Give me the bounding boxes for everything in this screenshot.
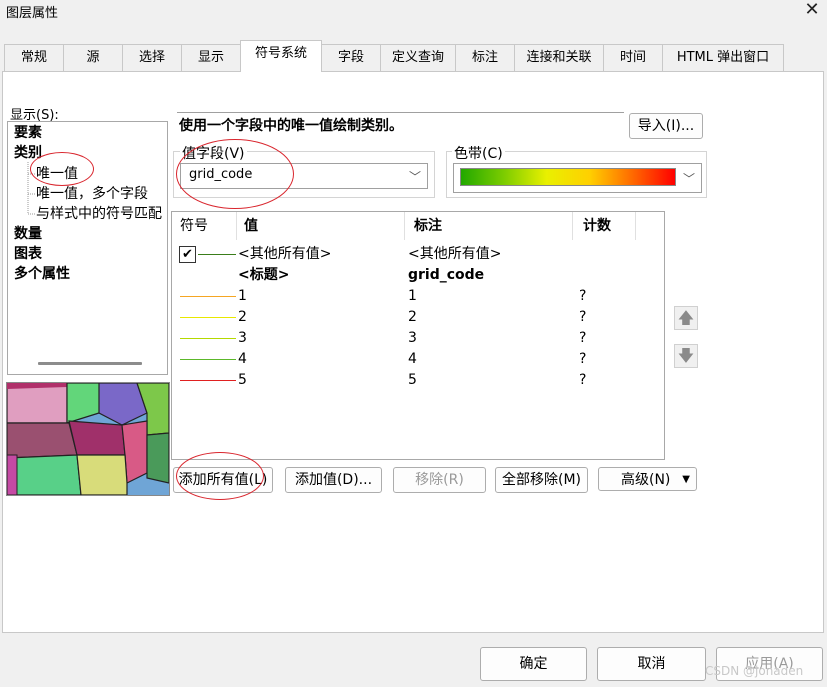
table-row[interactable]: <标题> grid_code	[172, 265, 662, 286]
tab-html-popup[interactable]: HTML 弹出窗口	[662, 44, 784, 71]
tree-item-charts[interactable]: 图表	[14, 245, 42, 263]
tab-time[interactable]: 时间	[603, 44, 663, 71]
annotation-circle	[30, 152, 94, 186]
row-value: 5	[238, 372, 247, 388]
row-count: ?	[579, 351, 587, 367]
row-label: 3	[408, 330, 417, 346]
column-header-label[interactable]: 标注	[406, 212, 573, 240]
column-header-count[interactable]: 计数	[575, 212, 636, 240]
table-row[interactable]: 4 4 ?	[172, 349, 662, 370]
symbology-preview-image	[6, 382, 170, 496]
annotation-circle	[176, 139, 294, 209]
row-count: ?	[579, 309, 587, 325]
row-label: 1	[408, 288, 417, 304]
row-value: 1	[238, 288, 247, 304]
line-symbol-icon[interactable]	[198, 254, 236, 255]
table-row[interactable]: ✔ <其他所有值> <其他所有值>	[172, 244, 662, 265]
tree-item-multiple-attributes[interactable]: 多个属性	[14, 265, 70, 283]
advanced-button[interactable]: 高级(N) ▼	[598, 467, 697, 491]
row-value: 3	[238, 330, 247, 346]
row-label: 4	[408, 351, 417, 367]
line-symbol-icon[interactable]	[180, 338, 236, 339]
tree-horizontal-scrollbar[interactable]	[38, 362, 142, 365]
tree-item-features[interactable]: 要素	[14, 124, 42, 142]
remove-all-button[interactable]: 全部移除(M)	[495, 467, 588, 493]
line-symbol-icon[interactable]	[180, 317, 236, 318]
move-up-icon[interactable]: 🡅	[674, 306, 698, 330]
tab-display[interactable]: 显示	[181, 44, 241, 71]
row-value: <标题>	[238, 267, 290, 283]
line-symbol-icon[interactable]	[180, 296, 236, 297]
tab-general[interactable]: 常规	[4, 44, 64, 71]
tab-fields[interactable]: 字段	[321, 44, 381, 71]
color-ramp-swatch	[460, 168, 676, 186]
row-label: 5	[408, 372, 417, 388]
checkbox-checked-icon[interactable]: ✔	[179, 246, 196, 263]
unique-values-table[interactable]: 符号 值 标注 计数 ✔ <其他所有值> <其他所有值> <标题> grid_c…	[171, 211, 665, 460]
tree-item-match-style[interactable]: 与样式中的符号匹配	[36, 205, 162, 223]
tree-item-unique-values-many-fields[interactable]: 唯一值，多个字段	[36, 185, 148, 203]
row-count: ?	[579, 330, 587, 346]
line-symbol-icon[interactable]	[180, 380, 236, 381]
advanced-label: 高级(N)	[621, 472, 671, 488]
tab-symbology[interactable]: 符号系统	[240, 40, 322, 72]
add-values-button[interactable]: 添加值(D)...	[285, 467, 382, 493]
table-row[interactable]: 1 1 ?	[172, 286, 662, 307]
annotation-circle	[176, 452, 264, 500]
import-button[interactable]: 导入(I)...	[629, 113, 703, 139]
row-label: <其他所有值>	[408, 246, 502, 262]
tree-item-quantities[interactable]: 数量	[14, 225, 42, 243]
color-ramp-label: 色带(C)	[452, 143, 505, 163]
chevron-down-icon: ﹀	[682, 172, 695, 186]
row-value: 4	[238, 351, 247, 367]
cancel-button[interactable]: 取消	[597, 647, 706, 681]
tab-selection[interactable]: 选择	[122, 44, 182, 71]
color-ramp-dropdown[interactable]: ﹀	[453, 163, 702, 193]
column-header-value[interactable]: 值	[236, 212, 405, 240]
move-down-icon[interactable]: 🡇	[674, 344, 698, 368]
renderer-description: 使用一个字段中的唯一值绘制类别。	[177, 112, 624, 137]
close-icon[interactable]: ✕	[802, 0, 822, 20]
chevron-down-icon: ﹀	[408, 170, 421, 184]
ok-button[interactable]: 确定	[480, 647, 587, 681]
row-count: ?	[579, 372, 587, 388]
row-count: ?	[579, 288, 587, 304]
row-label: 2	[408, 309, 417, 325]
tab-labels[interactable]: 标注	[455, 44, 515, 71]
row-value: 2	[238, 309, 247, 325]
line-symbol-icon[interactable]	[180, 359, 236, 360]
column-header-symbol[interactable]: 符号	[172, 212, 237, 240]
row-value: <其他所有值>	[238, 246, 332, 262]
tab-definition-query[interactable]: 定义查询	[380, 44, 456, 71]
tab-bar: 常规 源 选择 显示 符号系统 字段 定义查询 标注 连接和关联 时间 HTML…	[2, 40, 825, 72]
remove-button[interactable]: 移除(R)	[393, 467, 486, 493]
tab-joins-relates[interactable]: 连接和关联	[514, 44, 604, 71]
tab-source[interactable]: 源	[63, 44, 123, 71]
window-title: 图层属性	[6, 6, 59, 21]
dropdown-arrow-icon: ▼	[682, 474, 690, 485]
table-row[interactable]: 2 2 ?	[172, 307, 662, 328]
table-row[interactable]: 3 3 ?	[172, 328, 662, 349]
table-row[interactable]: 5 5 ?	[172, 370, 662, 391]
row-label: grid_code	[408, 267, 485, 283]
watermark: CSDN @jonaden	[705, 664, 804, 678]
